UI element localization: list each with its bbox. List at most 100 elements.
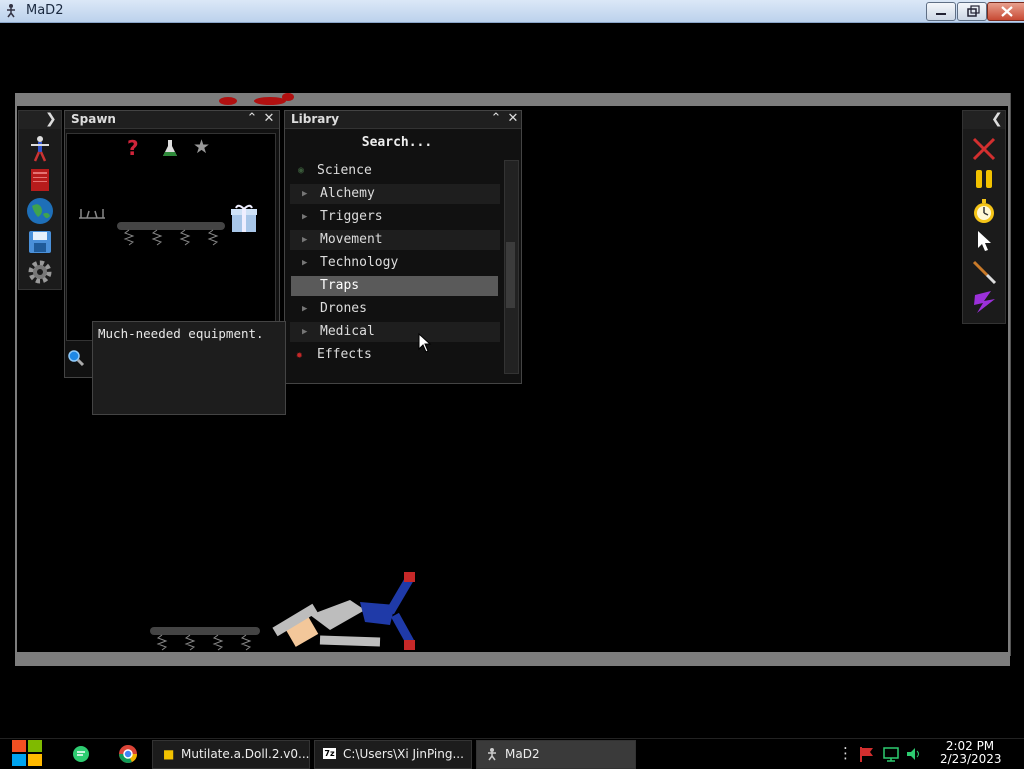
frame-right [1008,93,1010,654]
library-item-technology[interactable]: ▶ Technology [290,253,500,273]
bear-trap-item[interactable] [77,206,107,220]
expand-arrow-icon: ▶ [302,304,308,314]
library-item-movement[interactable]: ▶ Movement [290,230,500,250]
overflow-menu-icon[interactable]: ⋮ [838,744,853,762]
library-search-input[interactable]: Search... [290,132,504,154]
library-item-effects[interactable]: ✹ Effects [290,345,500,365]
expand-arrow-icon: ▶ [302,258,308,268]
clock[interactable]: 2:02 PM 2/23/2023 [940,740,1002,766]
flask-icon[interactable] [162,138,178,158]
taskbar-item-label: C:\Users\Xi JinPing... [343,747,464,761]
close-icon [1001,6,1013,17]
taskbar-item-label: MaD2 [505,747,540,761]
library-item-label: Movement [320,232,383,247]
library-item-alchemy[interactable]: ▶ Alchemy [290,184,500,204]
close-panel-icon[interactable]: ✕ [262,112,276,126]
library-item-traps[interactable]: Traps [291,276,498,296]
doll-category-button[interactable] [23,133,57,163]
library-item-label: Medical [320,324,375,339]
doll-icon [31,136,49,162]
close-window-button[interactable] [987,2,1024,21]
toolbar-header: ❯ [19,111,61,129]
app-icon [7,4,15,18]
library-item-triggers[interactable]: ▶ Triggers [290,207,500,227]
tooltip-text: Much-needed equipment. [98,326,264,341]
restore-icon [967,5,980,17]
effects-category-icon: ✹ [296,348,303,361]
7zip-icon: 7z [323,748,336,759]
minimize-button[interactable] [926,2,956,21]
springboard-item[interactable] [115,220,227,248]
mad2-app-icon [488,748,496,761]
library-item-label: Triggers [320,209,383,224]
gear-icon [28,260,52,284]
taskbar-item-label: Mutilate.a.Doll.2.v0... [181,747,310,761]
star-icon[interactable]: ★ [193,136,210,158]
floppy-icon [29,231,51,253]
springboard-object[interactable] [148,624,262,654]
minimize-icon [936,13,946,15]
folder-icon: ■ [163,747,175,761]
expand-arrow-icon: ▶ [302,212,308,222]
category-toolbar: ❯ [18,110,62,290]
pointer-tool-icon[interactable] [976,229,994,253]
frame-top [15,93,1010,106]
expand-arrow-icon: ▶ [302,189,308,199]
book-category-button[interactable] [23,165,57,195]
network-icon[interactable] [882,745,900,763]
knife-tool-icon[interactable] [971,259,997,285]
world-category-button[interactable] [23,196,57,226]
save-category-button[interactable] [23,227,57,257]
tools-toolbar: ❮ [962,110,1006,324]
library-item-label: Alchemy [320,186,375,201]
expand-arrow-icon: ▶ [302,235,308,245]
library-panel-title: Library [291,112,340,126]
library-item-science[interactable]: ◉ Science [290,161,500,181]
library-item-label: Science [317,163,372,178]
clock-date: 2/23/2023 [940,752,1002,766]
maximize-button[interactable] [957,2,987,21]
windows-start-icon[interactable] [10,738,44,768]
library-item-label: Traps [320,278,360,293]
book-icon [31,169,49,191]
library-scroll-thumb[interactable] [506,242,515,308]
chat-app-icon[interactable] [72,745,90,763]
spawn-preview-area[interactable]: ? ★ [66,133,276,341]
lightning-tool-icon[interactable] [971,289,997,315]
collapse-left-icon[interactable]: ❮ [991,111,1003,127]
stopwatch-icon[interactable] [971,198,997,224]
tooltip: Much-needed equipment. [92,321,286,415]
frame-bottom [15,652,1010,666]
library-item-label: Drones [320,301,367,316]
blood-splatter [219,93,294,105]
expand-icon[interactable]: ❯ [45,111,57,127]
close-panel-icon[interactable]: ✕ [506,112,520,126]
window-title: MaD2 [26,3,64,18]
frame-left [15,93,17,654]
taskbar-item-explorer[interactable]: ■ Mutilate.a.Doll.2.v0... [152,740,310,769]
expand-arrow-icon: ▶ [302,327,308,337]
pause-icon[interactable] [973,168,995,190]
question-mark-icon[interactable]: ? [127,136,139,160]
library-item-drones[interactable]: ▶ Drones [290,299,500,319]
taskbar-item-mad2[interactable]: MaD2 [476,740,636,769]
gift-box-item[interactable] [230,204,258,234]
library-item-label: Technology [320,255,399,270]
flag-icon[interactable] [858,745,876,763]
library-item-label: Effects [317,347,372,362]
library-item-medical[interactable]: ▶ Medical [290,322,500,342]
ragdoll[interactable] [270,570,430,654]
spawn-panel-header[interactable]: Spawn ⌃ ✕ [65,111,279,129]
volume-icon[interactable] [905,745,923,763]
globe-icon [27,198,53,224]
taskbar-item-7zip[interactable]: 7z C:\Users\Xi JinPing... [314,740,472,769]
chrome-icon[interactable] [118,744,138,764]
delete-tool-icon[interactable] [971,136,997,162]
settings-category-button[interactable] [23,257,57,287]
library-panel-header[interactable]: Library ⌃ ✕ [285,111,521,129]
search-icon[interactable] [67,349,85,367]
toolbar-header: ❮ [963,111,1005,129]
mouse-cursor-icon [418,333,432,353]
collapse-icon[interactable]: ⌃ [245,112,259,126]
collapse-icon[interactable]: ⌃ [489,112,503,126]
